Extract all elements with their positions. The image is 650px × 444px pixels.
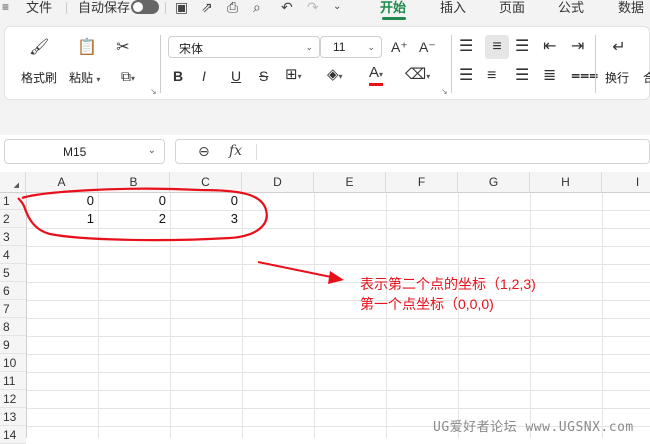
- print-icon[interactable]: ⎙: [227, 0, 238, 14]
- underline-button[interactable]: U: [231, 67, 241, 85]
- paste-icon[interactable]: 📋: [77, 39, 97, 57]
- merge-label[interactable]: 合: [643, 69, 650, 86]
- indent-decrease-icon[interactable]: ⇤: [543, 38, 556, 56]
- divider: [451, 35, 452, 93]
- grow-font-icon[interactable]: A⁺: [391, 38, 408, 56]
- shrink-font-icon[interactable]: A⁻: [419, 38, 436, 56]
- align-center-icon[interactable]: ≡: [487, 67, 496, 85]
- bold-button[interactable]: B: [173, 67, 183, 85]
- clipboard-expand-icon[interactable]: ↘: [150, 87, 157, 96]
- paste-label[interactable]: 粘贴 ▾: [69, 69, 100, 86]
- file-menu[interactable]: 文件: [26, 0, 52, 20]
- watermark: UG爱好者论坛 www.UGSNX.com: [433, 420, 634, 435]
- undo-icon[interactable]: ↶: [281, 0, 293, 14]
- border-icon[interactable]: ⊞▾: [285, 66, 302, 86]
- zoom-icon[interactable]: ⊖: [198, 143, 210, 160]
- font-color-icon[interactable]: A▾: [369, 65, 384, 86]
- wrap-text-icon[interactable]: ↵: [609, 39, 629, 57]
- autosave-toggle[interactable]: [131, 0, 159, 14]
- tab-page[interactable]: 页面: [499, 0, 525, 20]
- chevron-down-icon: ⌄: [147, 145, 156, 156]
- annotation-ellipse: [17, 187, 268, 242]
- justify-icon[interactable]: ≣: [543, 67, 556, 85]
- annotation-arrow-shaft: [257, 261, 337, 279]
- menu-icon[interactable]: ≡: [2, 0, 9, 14]
- chevron-down-icon[interactable]: ⌄: [333, 0, 341, 14]
- copy-icon[interactable]: ⧉▾: [113, 67, 143, 88]
- indent-increase-icon[interactable]: ⇥: [571, 38, 584, 56]
- annotation-arrow-head: [328, 271, 344, 284]
- eraser-icon[interactable]: ⌫▾: [405, 66, 430, 86]
- divider: [66, 2, 67, 14]
- divider: [160, 35, 161, 93]
- font-name-select[interactable]: 宋体 ⌄: [168, 36, 320, 58]
- share-icon[interactable]: ⇗: [201, 0, 213, 14]
- cut-icon[interactable]: ✂: [113, 39, 133, 57]
- divider: [256, 144, 257, 160]
- formula-bar[interactable]: ⊖ fx: [175, 139, 650, 164]
- menu-bar: ≡ 文件 自动保存 ▣ ⇗ ⎙ ⌕ ↶ ↷ ⌄ 开始 插入 页面 公式 数据: [0, 0, 650, 20]
- tab-data[interactable]: 数据: [618, 0, 644, 20]
- tab-formula[interactable]: 公式: [558, 0, 584, 20]
- format-painter-icon[interactable]: 🖌: [29, 39, 49, 57]
- function-icon[interactable]: fx: [229, 143, 242, 159]
- print-preview-icon[interactable]: ⌕: [253, 0, 261, 14]
- align-left-icon[interactable]: ☰: [459, 67, 473, 85]
- annotation-drawing: [17, 187, 344, 284]
- ribbon-home: 🖌 格式刷 📋 粘贴 ▾ ✂ ⧉▾ ↘ 宋体 ⌄ 11 ⌄ A⁺ A⁻ B I …: [4, 26, 650, 100]
- font-size-select[interactable]: 11 ⌄: [320, 36, 382, 58]
- align-right-icon[interactable]: ☰: [515, 67, 529, 85]
- annotation-line-1: 表示第二个点的坐标（1,2,3): [360, 276, 536, 292]
- autosave-label: 自动保存: [78, 0, 131, 15]
- annotation-line-2: 第一个点坐标（0,0,0): [360, 296, 494, 312]
- strikethrough-button[interactable]: S: [259, 67, 268, 85]
- font-expand-icon[interactable]: ↘: [441, 87, 448, 96]
- redo-icon[interactable]: ↷: [307, 0, 319, 14]
- spreadsheet-grid[interactable]: ◢ A B C D E F G H I 1 2 3 4 5 6 7 8 9 10…: [0, 172, 650, 444]
- align-top-icon[interactable]: ☰: [459, 38, 473, 56]
- chevron-down-icon: ⌄: [367, 42, 375, 52]
- italic-button[interactable]: I: [202, 67, 206, 85]
- align-bottom-icon[interactable]: ☰: [515, 38, 529, 56]
- tab-insert[interactable]: 插入: [440, 0, 466, 20]
- divider: [595, 35, 596, 93]
- name-box[interactable]: M15 ⌄: [4, 139, 165, 164]
- save-icon[interactable]: ▣: [175, 0, 188, 14]
- fill-color-icon[interactable]: ◈▾: [327, 66, 343, 86]
- format-painter-label[interactable]: 格式刷: [21, 69, 57, 86]
- wrap-text-label[interactable]: 换行: [605, 69, 629, 86]
- chevron-down-icon: ⌄: [305, 42, 313, 52]
- divider: [165, 2, 166, 14]
- align-middle-icon[interactable]: ≡: [485, 35, 509, 59]
